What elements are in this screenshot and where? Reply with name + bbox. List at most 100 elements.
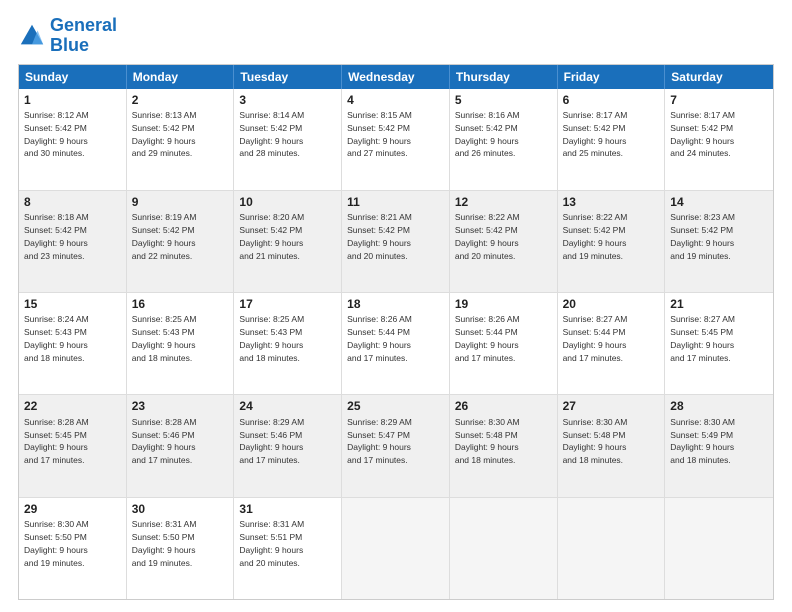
logo-text: General Blue	[50, 16, 117, 56]
logo: General Blue	[18, 16, 117, 56]
day-cell-30: 30 Sunrise: 8:31 AMSunset: 5:50 PMDaylig…	[127, 498, 235, 599]
day-number: 8	[24, 194, 121, 210]
day-number: 1	[24, 92, 121, 108]
cell-content: Sunrise: 8:28 AMSunset: 5:45 PMDaylight:…	[24, 417, 89, 466]
empty-cell	[558, 498, 666, 599]
calendar: SundayMondayTuesdayWednesdayThursdayFrid…	[18, 64, 774, 600]
day-number: 31	[239, 501, 336, 517]
day-number: 3	[239, 92, 336, 108]
cell-content: Sunrise: 8:17 AMSunset: 5:42 PMDaylight:…	[563, 110, 628, 159]
day-number: 15	[24, 296, 121, 312]
calendar-week-3: 15 Sunrise: 8:24 AMSunset: 5:43 PMDaylig…	[19, 293, 773, 395]
empty-cell	[665, 498, 773, 599]
cell-content: Sunrise: 8:25 AMSunset: 5:43 PMDaylight:…	[239, 314, 304, 363]
cell-content: Sunrise: 8:30 AMSunset: 5:48 PMDaylight:…	[455, 417, 520, 466]
cell-content: Sunrise: 8:30 AMSunset: 5:50 PMDaylight:…	[24, 519, 89, 568]
cell-content: Sunrise: 8:28 AMSunset: 5:46 PMDaylight:…	[132, 417, 197, 466]
day-cell-1: 1 Sunrise: 8:12 AMSunset: 5:42 PMDayligh…	[19, 89, 127, 190]
day-number: 28	[670, 398, 768, 414]
header-day-thursday: Thursday	[450, 65, 558, 89]
cell-content: Sunrise: 8:22 AMSunset: 5:42 PMDaylight:…	[563, 212, 628, 261]
calendar-week-1: 1 Sunrise: 8:12 AMSunset: 5:42 PMDayligh…	[19, 89, 773, 191]
day-cell-17: 17 Sunrise: 8:25 AMSunset: 5:43 PMDaylig…	[234, 293, 342, 394]
day-cell-9: 9 Sunrise: 8:19 AMSunset: 5:42 PMDayligh…	[127, 191, 235, 292]
day-number: 4	[347, 92, 444, 108]
header: General Blue	[18, 16, 774, 56]
cell-content: Sunrise: 8:25 AMSunset: 5:43 PMDaylight:…	[132, 314, 197, 363]
day-number: 21	[670, 296, 768, 312]
cell-content: Sunrise: 8:18 AMSunset: 5:42 PMDaylight:…	[24, 212, 89, 261]
day-number: 20	[563, 296, 660, 312]
day-cell-10: 10 Sunrise: 8:20 AMSunset: 5:42 PMDaylig…	[234, 191, 342, 292]
cell-content: Sunrise: 8:16 AMSunset: 5:42 PMDaylight:…	[455, 110, 520, 159]
page: General Blue SundayMondayTuesdayWednesda…	[0, 0, 792, 612]
day-cell-4: 4 Sunrise: 8:15 AMSunset: 5:42 PMDayligh…	[342, 89, 450, 190]
day-cell-19: 19 Sunrise: 8:26 AMSunset: 5:44 PMDaylig…	[450, 293, 558, 394]
day-cell-22: 22 Sunrise: 8:28 AMSunset: 5:45 PMDaylig…	[19, 395, 127, 496]
cell-content: Sunrise: 8:31 AMSunset: 5:51 PMDaylight:…	[239, 519, 304, 568]
cell-content: Sunrise: 8:24 AMSunset: 5:43 PMDaylight:…	[24, 314, 89, 363]
day-cell-14: 14 Sunrise: 8:23 AMSunset: 5:42 PMDaylig…	[665, 191, 773, 292]
day-cell-3: 3 Sunrise: 8:14 AMSunset: 5:42 PMDayligh…	[234, 89, 342, 190]
day-number: 12	[455, 194, 552, 210]
cell-content: Sunrise: 8:14 AMSunset: 5:42 PMDaylight:…	[239, 110, 304, 159]
cell-content: Sunrise: 8:27 AMSunset: 5:44 PMDaylight:…	[563, 314, 628, 363]
cell-content: Sunrise: 8:12 AMSunset: 5:42 PMDaylight:…	[24, 110, 89, 159]
day-cell-23: 23 Sunrise: 8:28 AMSunset: 5:46 PMDaylig…	[127, 395, 235, 496]
cell-content: Sunrise: 8:26 AMSunset: 5:44 PMDaylight:…	[347, 314, 412, 363]
day-cell-7: 7 Sunrise: 8:17 AMSunset: 5:42 PMDayligh…	[665, 89, 773, 190]
day-number: 25	[347, 398, 444, 414]
day-cell-2: 2 Sunrise: 8:13 AMSunset: 5:42 PMDayligh…	[127, 89, 235, 190]
empty-cell	[342, 498, 450, 599]
cell-content: Sunrise: 8:22 AMSunset: 5:42 PMDaylight:…	[455, 212, 520, 261]
day-cell-15: 15 Sunrise: 8:24 AMSunset: 5:43 PMDaylig…	[19, 293, 127, 394]
cell-content: Sunrise: 8:17 AMSunset: 5:42 PMDaylight:…	[670, 110, 735, 159]
cell-content: Sunrise: 8:30 AMSunset: 5:49 PMDaylight:…	[670, 417, 735, 466]
day-number: 16	[132, 296, 229, 312]
day-number: 22	[24, 398, 121, 414]
day-cell-21: 21 Sunrise: 8:27 AMSunset: 5:45 PMDaylig…	[665, 293, 773, 394]
day-number: 10	[239, 194, 336, 210]
day-number: 26	[455, 398, 552, 414]
day-number: 30	[132, 501, 229, 517]
day-cell-12: 12 Sunrise: 8:22 AMSunset: 5:42 PMDaylig…	[450, 191, 558, 292]
header-day-monday: Monday	[127, 65, 235, 89]
logo-icon	[18, 22, 46, 50]
day-number: 18	[347, 296, 444, 312]
day-number: 5	[455, 92, 552, 108]
day-cell-31: 31 Sunrise: 8:31 AMSunset: 5:51 PMDaylig…	[234, 498, 342, 599]
day-cell-5: 5 Sunrise: 8:16 AMSunset: 5:42 PMDayligh…	[450, 89, 558, 190]
cell-content: Sunrise: 8:19 AMSunset: 5:42 PMDaylight:…	[132, 212, 197, 261]
day-number: 6	[563, 92, 660, 108]
day-number: 29	[24, 501, 121, 517]
cell-content: Sunrise: 8:13 AMSunset: 5:42 PMDaylight:…	[132, 110, 197, 159]
cell-content: Sunrise: 8:26 AMSunset: 5:44 PMDaylight:…	[455, 314, 520, 363]
empty-cell	[450, 498, 558, 599]
cell-content: Sunrise: 8:23 AMSunset: 5:42 PMDaylight:…	[670, 212, 735, 261]
calendar-body: 1 Sunrise: 8:12 AMSunset: 5:42 PMDayligh…	[19, 89, 773, 599]
day-cell-26: 26 Sunrise: 8:30 AMSunset: 5:48 PMDaylig…	[450, 395, 558, 496]
header-day-wednesday: Wednesday	[342, 65, 450, 89]
day-cell-29: 29 Sunrise: 8:30 AMSunset: 5:50 PMDaylig…	[19, 498, 127, 599]
calendar-week-5: 29 Sunrise: 8:30 AMSunset: 5:50 PMDaylig…	[19, 498, 773, 599]
day-number: 19	[455, 296, 552, 312]
day-cell-6: 6 Sunrise: 8:17 AMSunset: 5:42 PMDayligh…	[558, 89, 666, 190]
cell-content: Sunrise: 8:30 AMSunset: 5:48 PMDaylight:…	[563, 417, 628, 466]
day-cell-20: 20 Sunrise: 8:27 AMSunset: 5:44 PMDaylig…	[558, 293, 666, 394]
calendar-header-row: SundayMondayTuesdayWednesdayThursdayFrid…	[19, 65, 773, 89]
cell-content: Sunrise: 8:15 AMSunset: 5:42 PMDaylight:…	[347, 110, 412, 159]
header-day-tuesday: Tuesday	[234, 65, 342, 89]
day-number: 7	[670, 92, 768, 108]
day-cell-11: 11 Sunrise: 8:21 AMSunset: 5:42 PMDaylig…	[342, 191, 450, 292]
day-cell-13: 13 Sunrise: 8:22 AMSunset: 5:42 PMDaylig…	[558, 191, 666, 292]
day-number: 13	[563, 194, 660, 210]
day-number: 11	[347, 194, 444, 210]
header-day-sunday: Sunday	[19, 65, 127, 89]
header-day-saturday: Saturday	[665, 65, 773, 89]
cell-content: Sunrise: 8:21 AMSunset: 5:42 PMDaylight:…	[347, 212, 412, 261]
calendar-week-4: 22 Sunrise: 8:28 AMSunset: 5:45 PMDaylig…	[19, 395, 773, 497]
day-cell-8: 8 Sunrise: 8:18 AMSunset: 5:42 PMDayligh…	[19, 191, 127, 292]
day-number: 27	[563, 398, 660, 414]
cell-content: Sunrise: 8:31 AMSunset: 5:50 PMDaylight:…	[132, 519, 197, 568]
cell-content: Sunrise: 8:29 AMSunset: 5:46 PMDaylight:…	[239, 417, 304, 466]
